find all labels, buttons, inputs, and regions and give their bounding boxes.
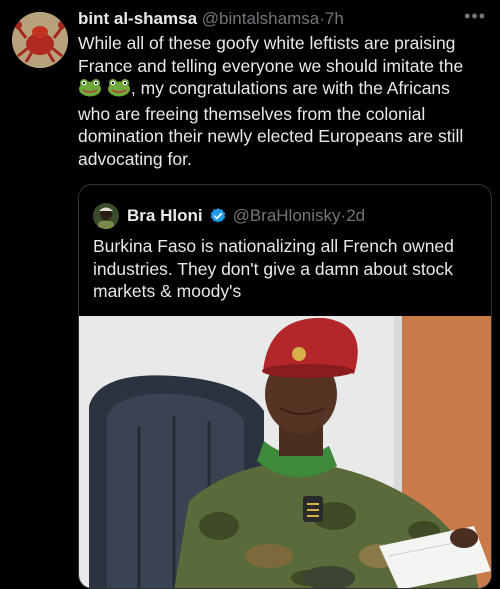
author-name[interactable]: bint al-shamsa bbox=[78, 9, 197, 28]
lobster-avatar-icon bbox=[12, 12, 68, 68]
quoted-tweet-time[interactable]: 2d bbox=[346, 206, 365, 226]
author-handle[interactable]: @bintalshamsa bbox=[202, 9, 319, 28]
quoted-author-handle[interactable]: @BraHlonisky bbox=[233, 206, 341, 226]
frog-emoji-icon bbox=[107, 77, 131, 103]
quoted-tweet-photo[interactable] bbox=[79, 316, 491, 588]
author-avatar[interactable] bbox=[12, 12, 68, 68]
tweet-text: While all of these goofy white leftists … bbox=[78, 32, 486, 170]
quoted-author-avatar[interactable] bbox=[93, 203, 119, 229]
person-avatar-icon bbox=[93, 203, 119, 229]
soldier-photo-image bbox=[79, 316, 491, 588]
quoted-tweet-card[interactable]: Bra Hloni @BraHlonisky · 2d Burkina Faso i… bbox=[78, 184, 492, 589]
tweet-header: bint al-shamsa @bintalshamsa·7h bbox=[78, 8, 486, 30]
tweet-time[interactable]: 7h bbox=[325, 9, 344, 28]
quoted-tweet-header: Bra Hloni @BraHlonisky · 2d bbox=[93, 203, 365, 229]
quoted-author-name[interactable]: Bra Hloni bbox=[127, 206, 203, 226]
tweet-text-part-1: While all of these goofy white leftists … bbox=[78, 33, 464, 76]
quoted-tweet-text: Burkina Faso is nationalizing all French… bbox=[93, 236, 454, 301]
verified-badge-icon bbox=[209, 207, 227, 225]
frog-emoji-icon bbox=[78, 77, 102, 103]
tweet-text-part-2: , my congratulations are with the Africa… bbox=[78, 78, 464, 169]
tweet-body: bint al-shamsa @bintalshamsa·7h While al… bbox=[78, 8, 486, 170]
